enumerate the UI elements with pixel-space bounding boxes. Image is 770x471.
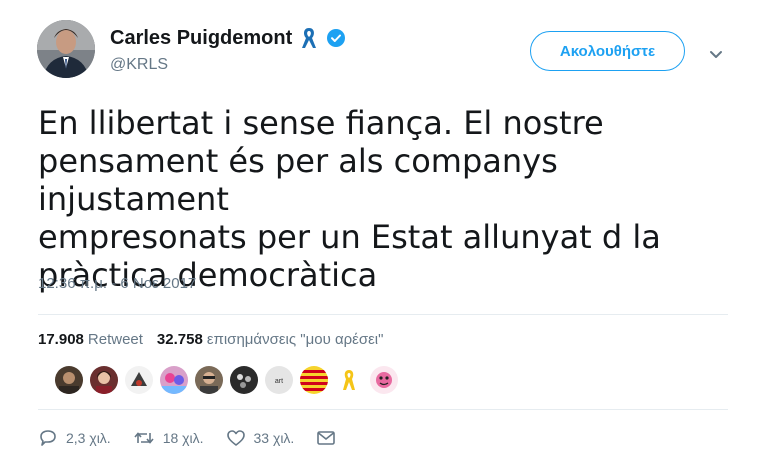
liker-avatar-10[interactable] — [370, 366, 398, 394]
retweet-count: 18 χιλ. — [162, 430, 204, 446]
envelope-icon — [316, 428, 336, 448]
reply-icon — [38, 428, 58, 448]
liker-avatar-1[interactable] — [55, 366, 83, 394]
liker-avatars: art — [55, 366, 398, 394]
retweet-icon — [133, 428, 155, 448]
divider — [38, 409, 728, 410]
tweet-actions: 2,3 χιλ. 18 χιλ. 33 χιλ. — [38, 428, 358, 448]
profile-photo-icon — [37, 20, 95, 78]
liker-avatar-3[interactable] — [125, 366, 153, 394]
author-display-name[interactable]: Carles Puigdemont — [110, 27, 292, 50]
verified-icon — [326, 28, 346, 48]
tweet-text: En llibertat i sense fiança. El nostre p… — [38, 104, 661, 294]
retweet-stat[interactable]: 17.908 Retweet — [38, 331, 143, 348]
liker-avatar-6[interactable] — [230, 366, 258, 394]
tweet-timestamp[interactable]: 12:36 π.μ. - 6 Νοε 2017 — [38, 275, 196, 292]
engagement-stats: 17.908 Retweet 32.758 επισημάνσεις "μου αρ… — [38, 331, 383, 348]
like-button[interactable]: 33 χιλ. — [226, 428, 295, 448]
liker-avatar-9[interactable] — [335, 366, 363, 394]
author-avatar[interactable] — [37, 20, 95, 78]
like-count: 33 χιλ. — [253, 430, 295, 446]
liker-avatar-5[interactable] — [195, 366, 223, 394]
author-handle[interactable]: @KRLS — [110, 56, 168, 74]
follow-button[interactable]: Ακολουθήστε — [530, 31, 685, 71]
chevron-down-icon[interactable] — [706, 44, 726, 64]
liker-avatar-7[interactable]: art — [265, 366, 293, 394]
svg-text:art: art — [275, 378, 283, 385]
divider — [38, 314, 728, 315]
heart-icon — [226, 428, 246, 448]
reply-count: 2,3 χιλ. — [66, 430, 111, 446]
liker-avatar-8[interactable] — [300, 366, 328, 394]
retweet-button[interactable]: 18 χιλ. — [133, 428, 204, 448]
author-name-row: Carles Puigdemont — [110, 26, 346, 50]
yellow-ribbon-icon — [300, 26, 318, 50]
liker-avatar-4[interactable] — [160, 366, 188, 394]
reply-button[interactable]: 2,3 χιλ. — [38, 428, 111, 448]
likes-stat[interactable]: 32.758 επισημάνσεις "μου αρέσει" — [157, 331, 384, 348]
direct-message-button[interactable] — [316, 428, 336, 448]
liker-avatar-2[interactable] — [90, 366, 118, 394]
